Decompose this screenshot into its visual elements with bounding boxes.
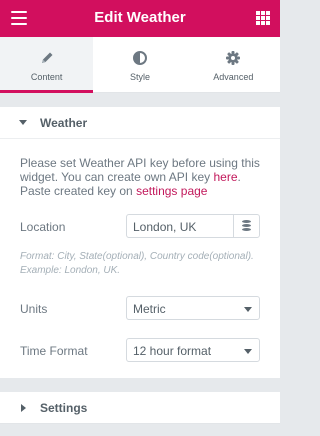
tab-style[interactable]: Style (93, 37, 187, 93)
tab-label: Style (129, 72, 150, 82)
location-hint: Format: City, State(optional), Country c… (20, 251, 254, 276)
time-format-value: 12 hour format (133, 344, 212, 358)
half-circle-icon (132, 51, 147, 65)
panel-header: Edit Weather (0, 0, 280, 37)
grid-icon[interactable] (256, 11, 270, 25)
api-key-notice: Please set Weather API key before using … (20, 156, 265, 198)
tab-content[interactable]: Content (0, 37, 94, 93)
database-icon (242, 220, 251, 232)
tab-label: Content (30, 72, 63, 82)
time-format-label: Time Format (20, 344, 88, 358)
units-value: Metric (133, 302, 166, 316)
units-select[interactable]: Metric (126, 296, 260, 320)
separator (0, 378, 280, 392)
location-field[interactable]: London, UK (126, 214, 260, 238)
location-label: Location (20, 220, 66, 234)
section-title: Settings (40, 401, 88, 415)
settings-section-header[interactable]: Settings (0, 392, 280, 424)
separator (0, 424, 280, 436)
units-label: Units (20, 302, 48, 316)
section-title: Weather (40, 116, 88, 130)
tab-label: Advanced (213, 72, 254, 82)
caret-down-icon (19, 120, 27, 125)
tab-advanced[interactable]: Advanced (186, 37, 280, 93)
chevron-down-icon (244, 349, 252, 354)
separator (0, 93, 280, 107)
weather-section-header[interactable]: Weather (0, 107, 280, 139)
panel-title: Edit Weather (94, 9, 186, 26)
caret-right-icon (21, 404, 26, 412)
time-format-select[interactable]: 12 hour format (126, 338, 260, 362)
tab-bar: Content Style Advanced (0, 37, 280, 93)
gear-icon (226, 51, 241, 65)
settings-page-link[interactable]: settings page (136, 184, 207, 198)
location-value[interactable]: London, UK (133, 220, 196, 234)
weather-section: Weather Please set Weather API key befor… (0, 107, 280, 378)
chevron-down-icon (244, 307, 252, 312)
here-link[interactable]: here (213, 170, 237, 184)
dynamic-tags-button[interactable] (233, 215, 259, 237)
pencil-icon (41, 52, 53, 63)
